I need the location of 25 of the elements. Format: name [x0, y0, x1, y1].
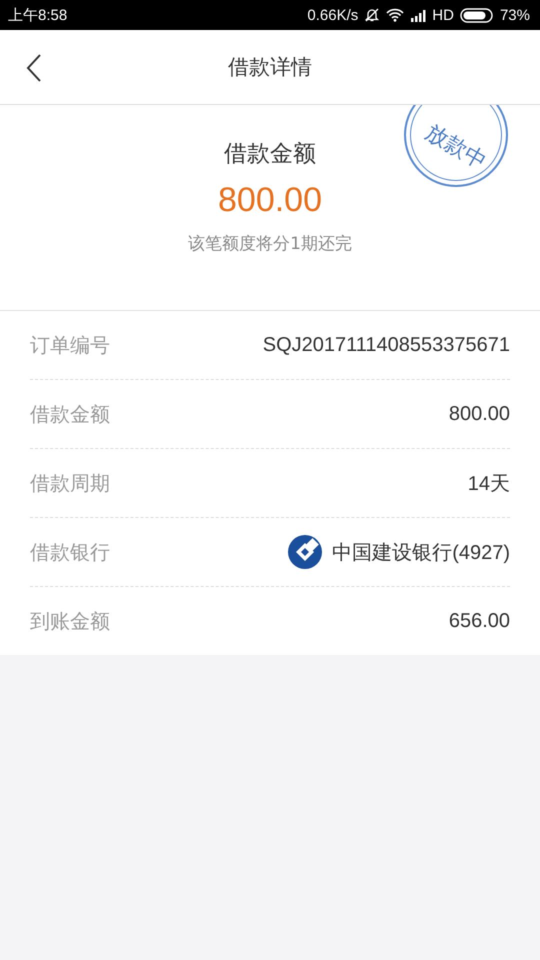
repayment-note: 该笔额度将分1期还完 — [188, 233, 352, 255]
page-title: 借款详情 — [228, 54, 312, 81]
network-type: HD — [432, 6, 454, 24]
bell-muted-icon — [364, 7, 380, 23]
battery-icon — [460, 8, 494, 22]
battery-percent: 73% — [500, 6, 530, 24]
row-label: 借款周期 — [30, 470, 110, 496]
status-time: 上午8:58 — [8, 6, 68, 24]
network-speed: 0.66K/s — [307, 6, 358, 24]
row-label: 借款银行 — [30, 538, 110, 566]
back-icon — [26, 54, 42, 82]
row-label: 订单编号 — [30, 332, 110, 358]
amount-label: 借款金额 — [224, 140, 316, 169]
row-value: 800.00 — [448, 402, 510, 426]
status-stamp: 放款中 — [404, 105, 508, 187]
wifi-icon — [386, 8, 404, 22]
row-label: 到账金额 — [30, 608, 110, 634]
row-value: 656.00 — [448, 610, 510, 632]
row-label: 借款金额 — [30, 400, 110, 428]
row-value: SQJ2017111408553375671 — [262, 334, 510, 356]
bank-logo-icon — [288, 535, 322, 569]
row-value: 中国建设银行(4927) — [332, 540, 510, 566]
row-value: 14天 — [468, 472, 510, 496]
loan-amount: 800.00 — [218, 181, 322, 220]
signal-icon — [410, 8, 426, 22]
